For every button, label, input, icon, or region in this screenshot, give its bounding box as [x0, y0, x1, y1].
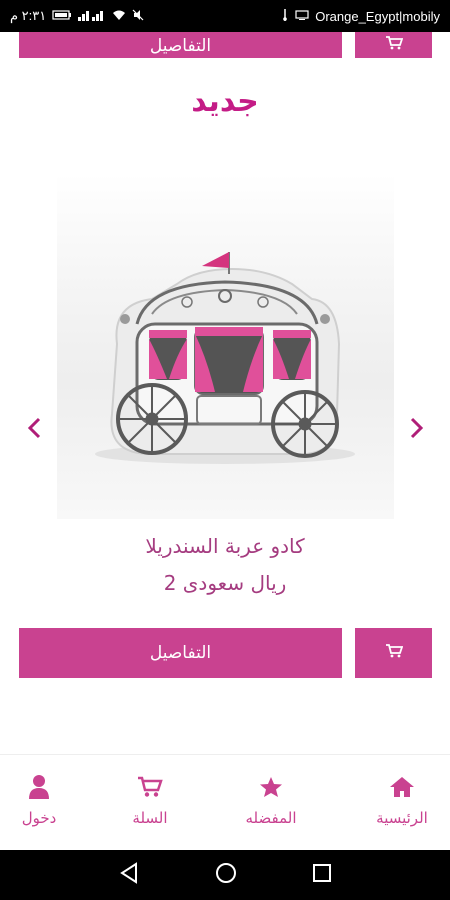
status-bar: ٢:٣١ م Orange_Egypt|mobily — [0, 0, 450, 32]
product-price: 2 ريال سعودى — [163, 571, 287, 595]
home-circle-icon[interactable] — [215, 862, 237, 888]
nav-label-login: دخول — [21, 809, 57, 827]
nav-item-cart[interactable]: السلة — [105, 773, 195, 827]
product-image[interactable] — [57, 174, 394, 519]
cart-icon — [385, 643, 403, 663]
status-right: Orange_Egypt|mobily — [281, 8, 440, 24]
previous-item-actions: التفاصيل — [19, 32, 432, 58]
nav-label-favorites: المفضله — [245, 809, 297, 827]
status-left: ٢:٣١ م — [10, 8, 144, 24]
carrier-name: Orange_Egypt|mobily — [315, 8, 440, 24]
details-button[interactable]: التفاصيل — [19, 628, 342, 678]
cart-icon — [105, 773, 195, 801]
nav-item-login[interactable]: دخول — [0, 773, 84, 827]
product-name: كادو عربة السندريلا — [145, 534, 305, 558]
back-icon[interactable] — [118, 862, 140, 888]
details-label: التفاصيل — [149, 643, 212, 663]
carousel-next-arrow-icon[interactable] — [405, 412, 429, 444]
previous-details-label: التفاصيل — [149, 36, 212, 56]
add-to-cart-button[interactable] — [355, 628, 432, 678]
status-time: ٢:٣١ م — [10, 8, 47, 23]
screen-icon — [295, 9, 309, 23]
wifi-icon — [112, 9, 126, 24]
mute-icon — [132, 9, 144, 24]
nav-item-favorites[interactable]: المفضله — [226, 773, 316, 827]
star-icon — [226, 773, 316, 801]
section-title: جديد — [191, 84, 259, 119]
home-icon — [357, 773, 447, 801]
previous-add-to-cart-button[interactable] — [355, 32, 432, 58]
recents-icon[interactable] — [312, 863, 332, 887]
bottom-navigation: الرئيسية المفضله السلة دخول — [0, 754, 450, 850]
system-navigation-bar — [0, 850, 450, 900]
nav-label-home: الرئيسية — [376, 809, 428, 827]
previous-details-button[interactable]: التفاصيل — [19, 32, 342, 58]
signal-icon — [78, 9, 106, 24]
battery-icon — [52, 9, 72, 23]
usb-icon — [281, 8, 289, 24]
nav-item-home[interactable]: الرئيسية — [357, 773, 447, 827]
nav-label-cart: السلة — [132, 809, 168, 827]
carriage-illustration — [95, 252, 355, 464]
carousel-prev-arrow-icon[interactable] — [22, 412, 46, 444]
user-icon — [0, 773, 84, 801]
cart-icon — [385, 35, 403, 55]
